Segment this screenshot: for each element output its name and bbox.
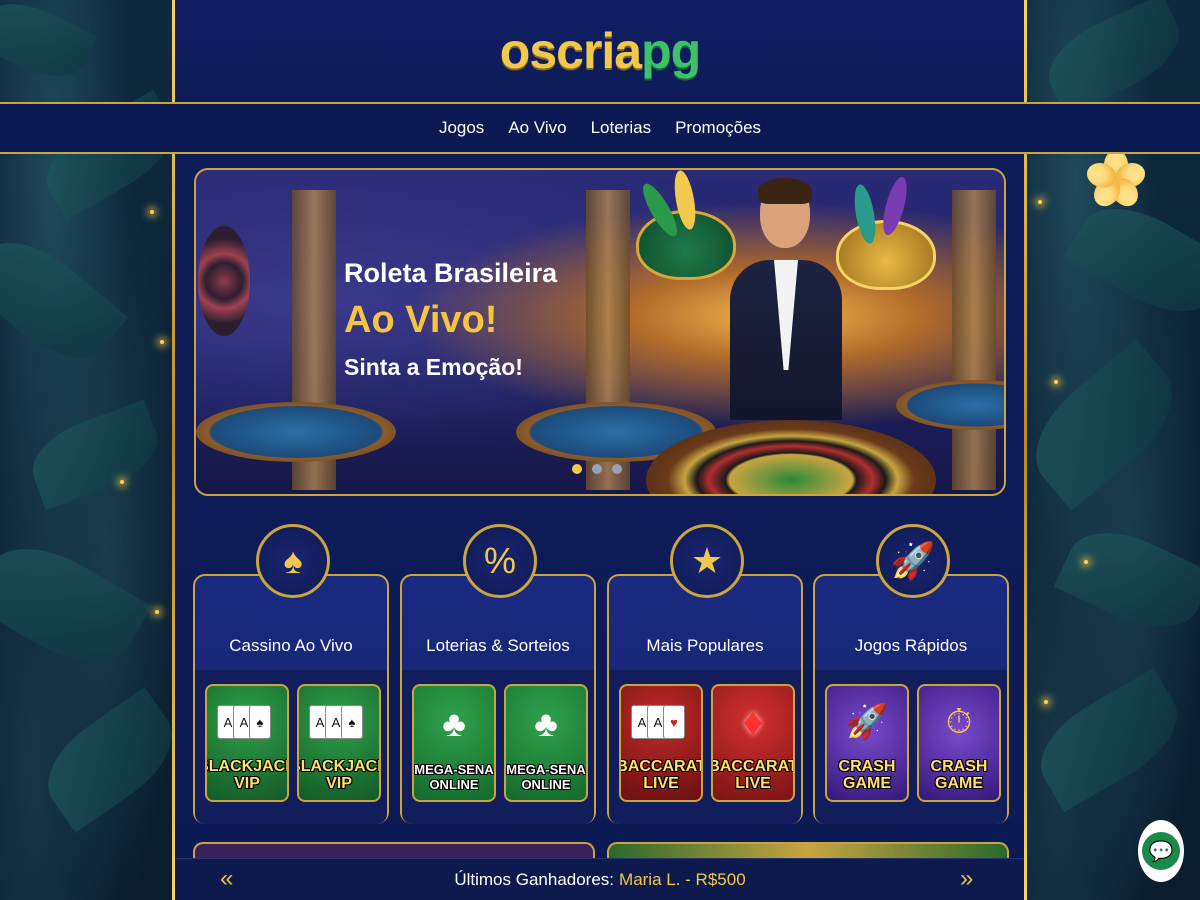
rocket-icon: 🚀: [845, 703, 889, 741]
winners-ticker: « Últimos Ganhadores: Maria L. - R$500 »: [176, 858, 1024, 900]
game-tile-label: MEGA-SENA ONLINE: [414, 762, 494, 792]
game-tile-crash-game[interactable]: 🚀 CRASH GAME: [825, 684, 909, 802]
game-tile-label: MEGA-SENA ONLINE: [506, 762, 586, 792]
category-title: Mais Populares: [646, 636, 764, 655]
carousel-dot-3[interactable]: [612, 464, 622, 474]
flower-icon: [1083, 150, 1149, 212]
game-tile-mega-sena-online[interactable]: ♣ MEGA-SENA ONLINE: [412, 684, 496, 802]
game-tile-mega-sena-online[interactable]: ♣ MEGA-SENA ONLINE: [504, 684, 588, 802]
ticker-label: Últimos Ganhadores:: [454, 869, 615, 889]
category-title: Jogos Rápidos: [854, 636, 968, 655]
game-tile-blackjack-vip[interactable]: AA♠ BLACKJACK VIP: [297, 684, 381, 802]
carousel-dot-2[interactable]: [592, 464, 602, 474]
category-card-cassino-ao-vivo[interactable]: ♠ Cassino Ao Vivo AA♠ BLACKJACK VIP AA♠ …: [193, 524, 389, 824]
hero-text-block: Roleta Brasileira Ao Vivo! Sinta a Emoçã…: [344, 258, 557, 381]
dartboard-decor: [198, 226, 250, 336]
playing-cards-icon: A A ♠: [309, 705, 363, 739]
category-card-loterias-sorteios[interactable]: % Loterias & Sorteios ♣ MEGA-SENA ONLINE…: [400, 524, 596, 824]
category-title: Loterias & Sorteios: [426, 636, 570, 655]
main-nav: Jogos Ao Vivo Loterias Promoções: [0, 102, 1200, 154]
game-tile-blackjack-vip[interactable]: AA♠ BLACKJACK VIP: [205, 684, 289, 802]
hero-highlight: Ao Vivo!: [344, 299, 498, 341]
game-tile-label: BLACKJACK VIP: [299, 758, 379, 792]
ticker-prev-arrow-icon[interactable]: «: [220, 865, 233, 893]
hero-tagline: Sinta a Emoção!: [344, 354, 523, 380]
game-tile-baccarat-live[interactable]: ♦ BACCARAT LIVE: [711, 684, 795, 802]
rocket-icon[interactable]: 🚀: [876, 524, 950, 598]
game-tile-label: BLACKJACK VIP: [207, 758, 287, 792]
star-icon[interactable]: ★: [670, 524, 744, 598]
game-tile-label: CRASH GAME: [930, 758, 988, 792]
chat-bubble-icon: 💬: [1142, 832, 1180, 870]
logo-text-accent: pg: [641, 23, 701, 79]
diamond-icon: ♦: [742, 699, 764, 744]
nav-item-loterias[interactable]: Loterias: [591, 118, 651, 138]
spade-icon[interactable]: ♠: [256, 524, 330, 598]
game-tile-label: BACCARAT LIVE: [619, 758, 703, 792]
hero-heading: Roleta Brasileira: [344, 258, 558, 288]
playing-cards-icon: A A ♠: [217, 705, 271, 739]
site-header: oscriapg: [176, 0, 1024, 102]
game-tile-baccarat-live[interactable]: A A ♥ BACCARAT LIVE: [619, 684, 703, 802]
percent-icon[interactable]: %: [463, 524, 537, 598]
carousel-dot-1[interactable]: [572, 464, 582, 474]
category-title: Cassino Ao Vivo: [229, 636, 353, 655]
category-card-mais-populares[interactable]: ★ Mais Populares A A ♥ BACCARAT LIVE ♦ BAC…: [607, 524, 803, 824]
logo-text-main: oscria: [499, 23, 642, 79]
ticker-next-arrow-icon[interactable]: »: [960, 865, 973, 893]
carousel-dots: [572, 464, 622, 474]
ticker-value: Maria L. - R$500: [619, 869, 746, 889]
nav-item-promocoes[interactable]: Promoções: [675, 118, 761, 138]
site-logo[interactable]: oscriapg: [499, 22, 701, 80]
nav-item-jogos[interactable]: Jogos: [439, 118, 484, 138]
category-card-jogos-rapidos[interactable]: 🚀 Jogos Rápidos 🚀 CRASH GAME ⏱ CRASH GAM…: [813, 524, 1009, 824]
game-tile-label: BACCARAT LIVE: [711, 758, 795, 792]
playing-cards-icon: A A ♥: [631, 705, 685, 739]
game-tile-crash-game[interactable]: ⏱ CRASH GAME: [917, 684, 1001, 802]
dealer-figure: [696, 178, 876, 420]
nav-item-ao-vivo[interactable]: Ao Vivo: [508, 118, 566, 138]
clover-icon: ♣: [534, 703, 558, 744]
clover-icon: ♣: [442, 703, 466, 744]
stopwatch-icon: ⏱: [945, 702, 973, 741]
hero-banner[interactable]: Roleta Brasileira Ao Vivo! Sinta a Emoçã…: [194, 168, 1006, 496]
chat-button[interactable]: 💬: [1138, 820, 1184, 882]
game-tile-label: CRASH GAME: [838, 758, 896, 792]
